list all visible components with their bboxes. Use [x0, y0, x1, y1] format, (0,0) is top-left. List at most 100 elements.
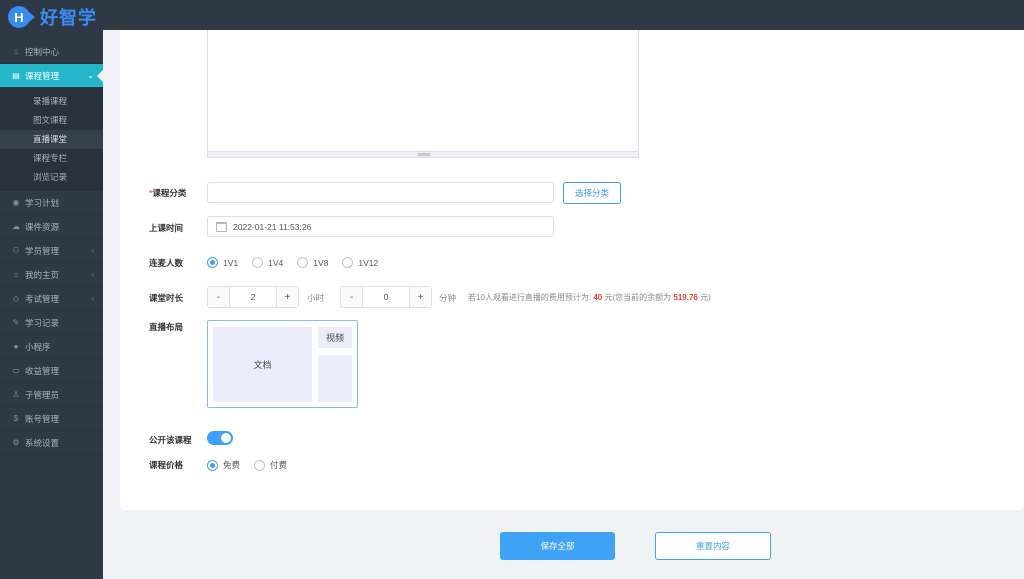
layout-extra-panel: [318, 355, 352, 402]
hours-increment-button[interactable]: +: [276, 287, 298, 307]
radio-label: 1V1: [223, 257, 239, 268]
chevron-down-icon: ⌄: [87, 71, 94, 80]
hint-mid: 元(您当前的余额为: [604, 293, 672, 302]
hours-value[interactable]: 2: [230, 287, 276, 307]
submenu-item-live[interactable]: 直播课堂: [0, 130, 103, 149]
top-bar: H 好智学: [0, 0, 1024, 30]
radio-1v4[interactable]: 1V4: [252, 257, 283, 268]
sidebar-item-resources[interactable]: ☁ 课件资源: [0, 215, 103, 239]
submenu-item-article[interactable]: 图文课程: [0, 111, 103, 130]
calendar-icon: [216, 221, 227, 232]
chevron-left-icon: ‹: [91, 246, 94, 255]
chevron-left-icon: ‹: [91, 294, 94, 303]
minutes-decrement-button[interactable]: -: [341, 287, 363, 307]
cloud-icon: ☁: [12, 222, 20, 231]
layout-option-doc-video[interactable]: 文档 视频: [207, 320, 358, 408]
radio-label: 1V4: [268, 257, 284, 268]
submenu-item-column[interactable]: 课程专栏: [0, 149, 103, 168]
sidebar-item-accounts[interactable]: $ 账号管理: [0, 407, 103, 431]
sidebar-item-label: 小程序: [25, 341, 51, 352]
category-label: *课程分类: [149, 187, 186, 199]
logo[interactable]: H 好智学: [8, 4, 97, 30]
sidebar-item-label: 控制中心: [25, 46, 60, 57]
price-label: 课程价格: [149, 460, 184, 470]
cost-hint: 若10人观看进行直播的费用预计为: 40 元(您当前的余额为 519.76 元): [468, 292, 711, 303]
sidebar-item-label: 子管理员: [25, 389, 60, 400]
reset-button[interactable]: 重置内容: [655, 532, 771, 560]
radio-1v12[interactable]: 1V12: [342, 257, 378, 268]
time-picker[interactable]: 2022-01-21 11:53:26: [207, 216, 554, 237]
wechat-icon: ●: [13, 342, 19, 351]
home-icon: ⌂: [13, 47, 19, 56]
sidebar-item-homepage[interactable]: ⌂ 我的主页 ‹: [0, 263, 103, 287]
course-submenu: 录播课程 图文课程 直播课堂 课程专栏 浏览记录: [0, 88, 103, 191]
sidebar-item-students[interactable]: ⚇ 学员管理 ‹: [0, 239, 103, 263]
layout-video-panel: 视频: [318, 327, 352, 348]
logo-mark: H: [8, 6, 35, 28]
sidebar-item-mini-program[interactable]: ● 小程序: [0, 335, 103, 359]
cap-icon: ⌂: [13, 270, 19, 279]
minutes-stepper: - 0 +: [340, 286, 432, 308]
radio-dot: [254, 459, 266, 471]
dollar-icon: $: [13, 414, 19, 423]
minutes-unit: 分钟: [439, 293, 457, 303]
submenu-item-recorded[interactable]: 录播课程: [0, 92, 103, 111]
hours-stepper: - 2 +: [207, 286, 299, 308]
sidebar-item-label: 学员管理: [25, 245, 60, 256]
cost-value: 40: [593, 293, 603, 302]
public-toggle[interactable]: [207, 431, 233, 445]
time-value: 2022-01-21 11:53:26: [233, 221, 312, 232]
sidebar-item-label: 系统设置: [25, 437, 60, 448]
sidebar-item-label: 账号管理: [25, 413, 60, 424]
sidebar-item-sub-admins[interactable]: ♙ 子管理员: [0, 383, 103, 407]
radio-paid[interactable]: 付费: [254, 459, 287, 471]
category-input[interactable]: [207, 182, 554, 203]
radio-dot: [297, 257, 309, 268]
sidebar: ⌂ 控制中心 ▤ 课程管理 ⌄ 录播课程 图文课程 直播课堂 课程专栏 浏览记录…: [0, 30, 103, 579]
sidebar-item-label: 课件资源: [25, 221, 60, 232]
time-label: 上课时间: [149, 223, 184, 233]
sidebar-item-label: 学习记录: [25, 317, 60, 328]
sidebar-item-dashboard[interactable]: ⌂ 控制中心: [0, 40, 103, 64]
tag-icon: ◇: [12, 294, 20, 303]
mic-radio-group: 1V1 1V4 1V8 1V12: [207, 257, 392, 268]
logo-text: 好智学: [40, 8, 97, 28]
category-label-text: 课程分类: [152, 188, 187, 198]
select-category-button[interactable]: 选择分类: [563, 182, 621, 204]
sidebar-item-label: 收益管理: [25, 365, 60, 376]
sidebar-item-study-records[interactable]: ✎ 学习记录: [0, 311, 103, 335]
price-radio-group: 免费 付费: [207, 459, 301, 471]
layout-doc-panel: 文档: [213, 327, 312, 402]
sidebar-item-label: 考试管理: [25, 293, 60, 304]
user-icon: ♙: [12, 390, 20, 399]
minutes-value[interactable]: 0: [363, 287, 409, 307]
radio-1v1[interactable]: 1V1: [207, 257, 238, 268]
course-form-card: *课程分类 选择分类 上课时间 2022-01-21 11:53:26 连麦人数…: [120, 30, 1024, 510]
radio-label: 1V12: [358, 257, 379, 268]
editor-resize-bar[interactable]: [208, 151, 638, 157]
sidebar-item-study-plan[interactable]: ◉ 学习计划: [0, 191, 103, 215]
radio-label: 1V8: [313, 257, 329, 268]
layout-label: 直播布局: [149, 322, 184, 332]
sidebar-item-label: 课程管理: [25, 70, 60, 81]
radio-dot: [207, 459, 218, 471]
minutes-increment-button[interactable]: +: [409, 287, 431, 307]
hours-decrement-button[interactable]: -: [208, 287, 230, 307]
sidebar-item-settings[interactable]: ⚙ 系统设置: [0, 431, 103, 455]
radio-dot: [207, 257, 218, 268]
sidebar-item-course-management[interactable]: ▤ 课程管理 ⌄: [0, 64, 103, 88]
radio-free[interactable]: 免费: [207, 459, 240, 471]
radio-label: 免费: [223, 460, 241, 470]
gear-icon: ⚙: [12, 438, 20, 447]
rich-text-editor[interactable]: [207, 30, 639, 158]
sidebar-item-revenue[interactable]: ▭ 收益管理: [0, 359, 103, 383]
radio-1v8[interactable]: 1V8: [297, 257, 328, 268]
sidebar-item-exams[interactable]: ◇ 考试管理 ‹: [0, 287, 103, 311]
mic-label: 连麦人数: [149, 258, 184, 268]
book-icon: ▤: [12, 71, 20, 80]
save-all-button[interactable]: 保存全部: [500, 532, 615, 560]
submenu-item-history[interactable]: 浏览记录: [0, 168, 103, 187]
duration-label: 课堂时长: [149, 293, 184, 303]
radio-dot: [252, 257, 264, 268]
hint-suffix: 元): [700, 293, 711, 302]
